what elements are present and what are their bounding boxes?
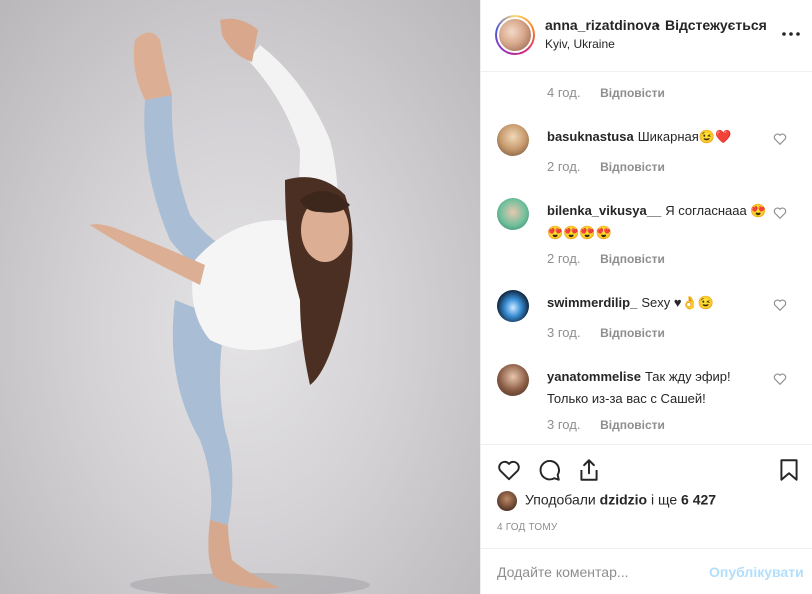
comment-icon[interactable]: [536, 457, 562, 483]
heart-icon[interactable]: [496, 457, 522, 483]
post-side-panel: anna_rizatdinova • Відстежується Kyiv, U…: [480, 0, 812, 594]
comment-meta-row: 2 год. Відповісти: [547, 159, 665, 174]
commenter-username[interactable]: bilenka_vikusya__: [547, 203, 661, 218]
reply-button[interactable]: Відповісти: [600, 252, 665, 266]
reply-button[interactable]: Відповісти: [600, 326, 665, 340]
post-comment-button[interactable]: Опублікувати: [709, 564, 804, 580]
comments-list[interactable]: 4 год. Відповісти basuknastusa Шикарная😉❤…: [481, 72, 812, 444]
comment-meta-row: 3 год. Відповісти: [547, 325, 665, 340]
comment-meta-row: 4 год. Відповісти: [547, 85, 665, 100]
likes-count[interactable]: 6 427: [681, 492, 716, 508]
comment-meta-row: 2 год. Відповісти: [547, 251, 665, 266]
commenter-avatar[interactable]: [497, 124, 529, 156]
following-button[interactable]: Відстежується: [665, 17, 767, 33]
comment-text: bilenka_vikusya__ Я согласнааа 😍😍😍😍😍: [547, 200, 767, 244]
reply-button[interactable]: Відповісти: [600, 86, 665, 100]
reply-button[interactable]: Відповісти: [600, 418, 665, 432]
liker-username[interactable]: dzidzio: [600, 492, 647, 508]
like-comment-icon[interactable]: [773, 298, 787, 312]
commenter-avatar[interactable]: [497, 290, 529, 322]
commenter-username[interactable]: yanatommelise: [547, 369, 641, 384]
share-icon[interactable]: [576, 457, 602, 483]
comment-body: Sexy ♥👌😉: [641, 295, 714, 310]
comment-input[interactable]: [497, 561, 707, 583]
liker-avatar[interactable]: [497, 491, 517, 511]
header-separator: •: [655, 17, 660, 33]
comment-text: swimmerdilip_ Sexy ♥👌😉: [547, 292, 767, 314]
likes-middle: і ще: [650, 491, 678, 508]
post-timestamp[interactable]: 4 ГОД ТОМУ: [497, 522, 557, 533]
author-avatar[interactable]: [497, 17, 533, 53]
comment-time: 4 год.: [547, 85, 581, 100]
comment-text: yanatommelise Так жду эфир! Только из-за …: [547, 366, 767, 410]
author-username[interactable]: anna_rizatdinova: [545, 17, 659, 33]
comment-body: Шикарная😉❤️: [637, 129, 732, 144]
comment-time: 3 год.: [547, 325, 581, 340]
post-photo[interactable]: [0, 0, 480, 594]
like-comment-icon[interactable]: [773, 206, 787, 220]
bookmark-icon[interactable]: [776, 457, 802, 483]
reply-button[interactable]: Відповісти: [600, 160, 665, 174]
comment-time: 2 год.: [547, 251, 581, 266]
commenter-avatar[interactable]: [497, 364, 529, 396]
like-comment-icon[interactable]: [773, 132, 787, 146]
add-comment-bar: Опублікувати: [481, 548, 812, 594]
more-options-icon[interactable]: [779, 22, 803, 46]
commenter-username[interactable]: swimmerdilip_: [547, 295, 637, 310]
dancer-illustration: [90, 18, 370, 594]
commenter-avatar[interactable]: [497, 198, 529, 230]
post-header: anna_rizatdinova • Відстежується Kyiv, U…: [481, 0, 812, 72]
likes-summary[interactable]: Уподобали dzidzio і ще 6 427: [497, 491, 716, 511]
post-location[interactable]: Kyiv, Ukraine: [545, 37, 615, 51]
post-actions: Уподобали dzidzio і ще 6 427 4 ГОД ТОМУ: [481, 444, 812, 536]
comment-meta-row: 3 год. Відповісти: [547, 417, 665, 432]
author-avatar-ring[interactable]: [495, 15, 535, 55]
comment-time: 2 год.: [547, 159, 581, 174]
like-comment-icon[interactable]: [773, 372, 787, 386]
commenter-username[interactable]: basuknastusa: [547, 129, 634, 144]
comment-text: basuknastusa Шикарная😉❤️: [547, 126, 767, 148]
likes-prefix: Уподобали: [525, 491, 596, 508]
comment-time: 3 год.: [547, 417, 581, 432]
